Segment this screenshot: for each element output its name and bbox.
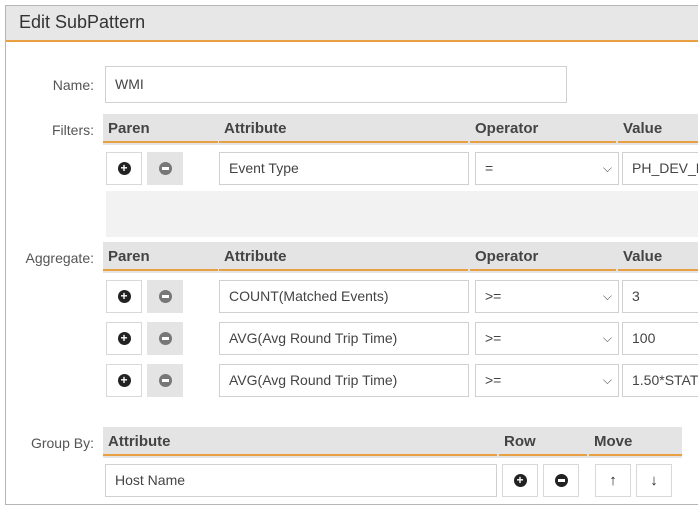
dialog-titlebar: Edit SubPattern	[6, 6, 698, 42]
minus-circle-icon	[158, 290, 172, 303]
filters-header-value: Value	[618, 114, 698, 143]
aggregate-remove-row-button[interactable]	[147, 322, 183, 355]
move-up-button[interactable]: ↑	[595, 464, 631, 497]
chevron-down-icon: ⌵	[602, 161, 612, 175]
aggregate-header-attribute: Attribute	[219, 242, 468, 271]
aggregate-label: Aggregate:	[25, 250, 95, 266]
group-by-label: Group By:	[30, 435, 94, 451]
plus-circle-icon: +	[117, 374, 131, 387]
plus-circle-icon: +	[117, 332, 131, 345]
name-input[interactable]: WMI	[105, 66, 567, 103]
filters-header-paren: Paren	[103, 114, 218, 143]
group-by-add-row-button[interactable]: +	[502, 464, 538, 497]
arrow-down-icon: ↓	[650, 472, 658, 489]
group-by-header-move: Move	[589, 427, 682, 456]
dialog-title: Edit SubPattern	[19, 12, 146, 32]
group-by-attribute-input[interactable]: Host Name	[105, 464, 497, 497]
move-down-button[interactable]: ↓	[636, 464, 672, 497]
aggregate-add-row-button[interactable]: +	[106, 364, 142, 397]
filters-operator-value: =	[485, 160, 494, 176]
aggregate-header-value: Value	[618, 242, 698, 271]
filters-attribute-input[interactable]: Event Type	[219, 152, 469, 185]
plus-circle-icon: +	[117, 290, 131, 303]
aggregate-value-input[interactable]: 1.50*STAT	[622, 364, 698, 397]
aggregate-operator-select[interactable]: >= ⌵	[475, 280, 619, 313]
minus-circle-icon	[554, 474, 568, 487]
arrow-up-icon: ↑	[609, 472, 617, 489]
filters-value-input[interactable]: PH_DEV_M	[622, 152, 698, 185]
aggregate-value-input[interactable]: 100	[622, 322, 698, 355]
group-by-header-attribute: Attribute	[103, 427, 497, 456]
aggregate-remove-row-button[interactable]	[147, 364, 183, 397]
aggregate-add-row-button[interactable]: +	[106, 280, 142, 313]
name-label: Name:	[52, 77, 94, 93]
chevron-down-icon: ⌵	[602, 331, 612, 345]
plus-circle-icon: +	[117, 162, 131, 175]
filters-header-operator: Operator	[470, 114, 616, 143]
filters-remove-row-button[interactable]	[147, 152, 183, 185]
filters-empty-area	[106, 191, 698, 237]
aggregate-operator-select[interactable]: >= ⌵	[475, 322, 619, 355]
minus-circle-icon	[158, 332, 172, 345]
aggregate-remove-row-button[interactable]	[147, 280, 183, 313]
group-by-header-row: Row	[499, 427, 587, 456]
chevron-down-icon: ⌵	[602, 373, 612, 387]
aggregate-attribute-input[interactable]: AVG(Avg Round Trip Time)	[219, 364, 469, 397]
filters-header-attribute: Attribute	[219, 114, 468, 143]
aggregate-header-paren: Paren	[103, 242, 218, 271]
group-by-remove-row-button[interactable]	[543, 464, 579, 497]
plus-circle-icon: +	[513, 474, 527, 487]
filters-header: Paren Attribute Operator Value	[103, 114, 698, 145]
aggregate-operator-value: >=	[485, 288, 502, 304]
aggregate-attribute-input[interactable]: AVG(Avg Round Trip Time)	[219, 322, 469, 355]
aggregate-operator-value: >=	[485, 372, 502, 388]
aggregate-header: Paren Attribute Operator Value	[103, 242, 698, 273]
aggregate-operator-value: >=	[485, 330, 502, 346]
filters-label: Filters:	[52, 122, 94, 138]
aggregate-operator-select[interactable]: >= ⌵	[475, 364, 619, 397]
minus-circle-icon	[158, 374, 172, 387]
edit-subpattern-dialog: Edit SubPattern Name: WMI Filters: Paren…	[5, 5, 698, 505]
filters-operator-select[interactable]: = ⌵	[475, 152, 619, 185]
aggregate-attribute-input[interactable]: COUNT(Matched Events)	[219, 280, 469, 313]
minus-circle-icon	[158, 162, 172, 175]
filters-add-row-button[interactable]: +	[106, 152, 142, 185]
aggregate-header-operator: Operator	[470, 242, 616, 271]
aggregate-value-input[interactable]: 3	[622, 280, 698, 313]
group-by-header: Attribute Row Move	[103, 427, 682, 458]
chevron-down-icon: ⌵	[602, 289, 612, 303]
aggregate-add-row-button[interactable]: +	[106, 322, 142, 355]
